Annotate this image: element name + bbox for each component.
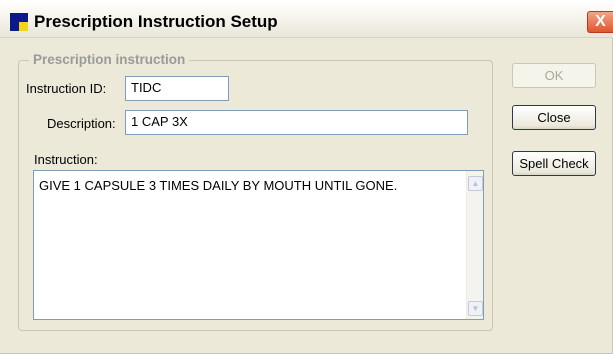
instruction-id-input[interactable]: TIDC (125, 76, 229, 101)
ok-button[interactable]: OK (512, 63, 596, 88)
description-input[interactable]: 1 CAP 3X (125, 110, 468, 135)
instruction-scrollbar[interactable]: ▲ ▼ (466, 171, 483, 319)
chevron-up-icon[interactable]: ▲ (468, 176, 483, 191)
window-close-button[interactable]: X (587, 11, 613, 33)
instruction-textarea[interactable]: GIVE 1 CAPSULE 3 TIMES DAILY BY MOUTH UN… (33, 170, 484, 320)
close-button[interactable]: Close (512, 105, 596, 130)
group-legend: Prescription instruction (29, 52, 190, 67)
instruction-text: GIVE 1 CAPSULE 3 TIMES DAILY BY MOUTH UN… (39, 178, 398, 193)
chevron-down-icon[interactable]: ▼ (468, 301, 483, 316)
description-label: Description: (47, 116, 116, 131)
instruction-label: Instruction: (34, 152, 98, 167)
title-bar[interactable]: Prescription Instruction Setup X (0, 0, 613, 38)
app-icon (10, 13, 28, 31)
spell-check-button[interactable]: Spell Check (512, 151, 596, 176)
window-title: Prescription Instruction Setup (34, 12, 278, 31)
prescription-instruction-dialog: Prescription Instruction Setup X Prescri… (0, 0, 613, 354)
instruction-id-label: Instruction ID: (26, 81, 107, 96)
